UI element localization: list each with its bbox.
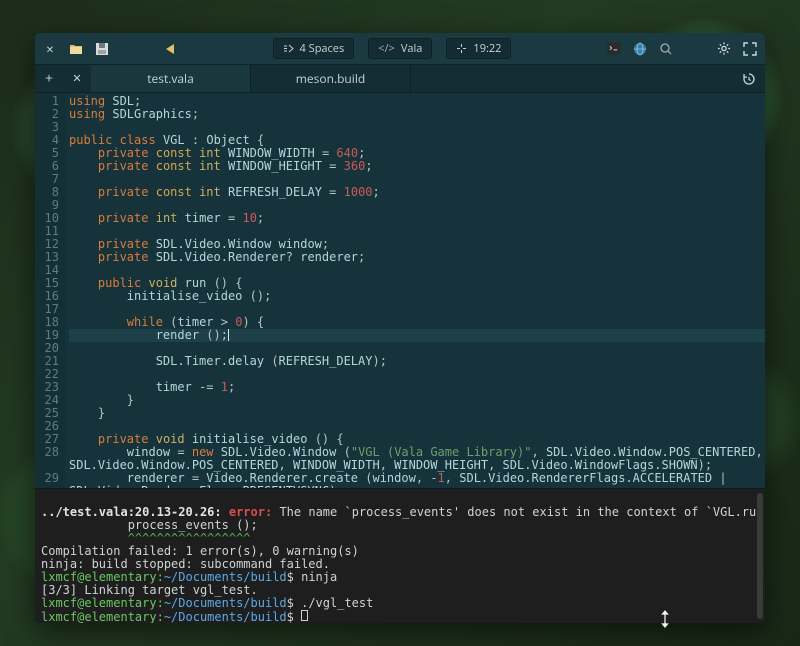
code-editor[interactable]: 1234567891011121314151617181920212223242… xyxy=(35,93,765,488)
search-icon[interactable] xyxy=(659,42,673,56)
tab-label: meson.build xyxy=(296,70,365,87)
editor-window: 4 Spaces </> Vala 19:22 xyxy=(35,33,765,623)
terminal-cmd: ninja xyxy=(301,570,337,584)
language-label: Vala xyxy=(401,41,423,56)
terminal-scrollbar[interactable] xyxy=(757,493,763,619)
line-number-gutter: 1234567891011121314151617181920212223242… xyxy=(35,93,65,488)
settings-icon[interactable] xyxy=(717,42,731,56)
history-icon[interactable] xyxy=(733,65,765,92)
revert-icon[interactable] xyxy=(163,42,177,56)
close-tab-button[interactable]: ✕ xyxy=(63,65,91,92)
maximize-icon[interactable] xyxy=(743,42,757,56)
link-line: [3/3] Linking target vgl_test. xyxy=(41,583,258,597)
language-selector[interactable]: </> Vala xyxy=(368,38,432,59)
file-tab-test-vala[interactable]: test.vala xyxy=(91,65,251,92)
code-area[interactable]: using SDL;using SDLGraphics; public clas… xyxy=(65,93,765,488)
indent-label: 4 Spaces xyxy=(300,41,345,56)
terminal-panel[interactable]: ../test.vala:20.13-20.26: error: The nam… xyxy=(35,488,765,623)
save-icon[interactable] xyxy=(95,42,109,56)
terminal-cursor xyxy=(301,610,308,621)
cursor-position[interactable]: 19:22 xyxy=(446,38,511,59)
open-folder-icon[interactable] xyxy=(69,42,83,56)
error-snippet: process_events (); xyxy=(41,518,258,532)
tab-bar: + ✕ test.vala meson.build xyxy=(35,65,765,93)
error-message: The name `process_events' does not exist… xyxy=(272,505,765,519)
error-caret-line: ^^^^^^^^^^^^^^^^^ xyxy=(41,531,251,545)
prompt-user: lxmcf@elementary xyxy=(41,570,157,584)
error-location: ../test.vala:20.13-20.26: xyxy=(41,505,222,519)
new-tab-button[interactable]: + xyxy=(35,65,63,92)
compile-fail-line: Compilation failed: 1 error(s), 0 warnin… xyxy=(41,544,359,558)
file-tab-meson-build[interactable]: meson.build xyxy=(251,65,411,92)
terminal-icon[interactable] xyxy=(607,42,621,56)
tab-label: test.vala xyxy=(147,70,194,87)
cursor-position-label: 19:22 xyxy=(473,41,501,56)
close-icon[interactable] xyxy=(43,42,57,56)
prompt-path: ~/Documents/build xyxy=(164,570,287,584)
terminal-cmd: ./vgl_test xyxy=(301,596,373,610)
ninja-fail-line: ninja: build stopped: subcommand failed. xyxy=(41,557,330,571)
title-bar: 4 Spaces </> Vala 19:22 xyxy=(35,33,765,65)
browser-icon[interactable] xyxy=(633,42,647,56)
error-label: error: xyxy=(229,505,272,519)
indent-selector[interactable]: 4 Spaces xyxy=(273,38,355,59)
